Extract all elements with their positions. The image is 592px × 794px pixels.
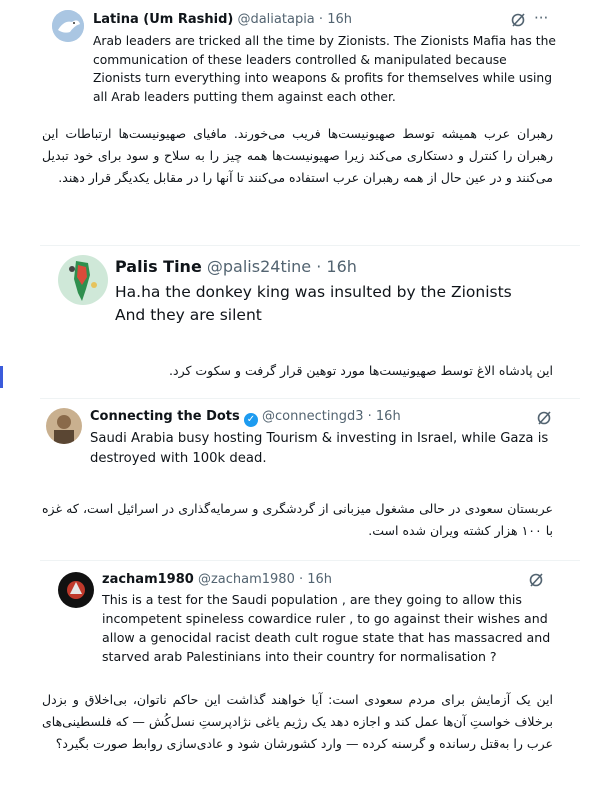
avatar[interactable] (58, 572, 94, 608)
timestamp[interactable]: 16h (326, 257, 357, 276)
avatar[interactable] (52, 10, 84, 42)
more-icon[interactable]: ··· (534, 9, 548, 27)
translation-text: رهبران عرب همیشه توسط صهیونیست‌ها فریب م… (42, 126, 553, 185)
avatar[interactable] (58, 255, 108, 305)
tweet-card[interactable]: Palis Tine @palis24tine · 16h Ha.ha the … (40, 245, 580, 335)
author-name[interactable]: zacham1980 (102, 572, 194, 587)
separator-dot: · (367, 409, 372, 424)
tweet-text: Arab leaders are tricked all the time by… (93, 34, 556, 104)
timestamp[interactable]: 16h (307, 572, 332, 587)
author-handle[interactable]: @zacham1980 (198, 572, 295, 587)
grok-icon[interactable] (510, 12, 526, 28)
author-handle[interactable]: @palis24tine (207, 257, 311, 276)
author-name[interactable]: Connecting the Dots (90, 409, 240, 424)
palestine-map-avatar-image (58, 255, 108, 305)
tweet-text: Saudi Arabia busy hosting Tourism & inve… (90, 431, 549, 466)
tweet-text: This is a test for the Saudi population … (102, 592, 551, 664)
timestamp[interactable]: 16h (376, 409, 401, 424)
grok-icon[interactable] (528, 572, 544, 588)
tweet-card[interactable]: Latina (Um Rashid) @daliatapia · 16h ···… (40, 0, 580, 110)
accent-marker (0, 366, 3, 388)
separator-dot: · (298, 572, 304, 587)
author-handle[interactable]: @daliatapia (237, 12, 314, 27)
verified-badge-icon: ✓ (243, 413, 258, 427)
profile-avatar-image (46, 408, 82, 444)
author-handle[interactable]: @connectingd3 (262, 409, 363, 424)
translation-text: عربستان سعودی در حالی مشغول میزبانی از گ… (42, 501, 553, 538)
separator-dot: · (316, 257, 322, 276)
translation-text: این یک آزمایش برای مردم سعودی است: آیا خ… (42, 692, 553, 751)
avatar[interactable] (46, 408, 82, 444)
timestamp[interactable]: 16h (327, 12, 352, 27)
grok-icon[interactable] (536, 410, 552, 426)
divider (40, 398, 580, 399)
divider (40, 245, 580, 246)
author-name[interactable]: Latina (Um Rashid) (93, 12, 233, 27)
tweet-text: Ha.ha the donkey king was insulted by th… (115, 283, 512, 324)
tweet-card[interactable]: zacham1980 @zacham1980 · 16h This is a t… (40, 560, 580, 670)
divider (40, 560, 580, 561)
separator-dot: · (318, 12, 324, 27)
tweet-card[interactable]: Connecting the Dots ✓ @connectingd3 · 16… (40, 398, 580, 478)
profile-avatar-image (58, 572, 94, 608)
author-name[interactable]: Palis Tine (115, 257, 202, 276)
translation-text: این پادشاه الاغ توسط صهیونیست‌ها مورد تو… (169, 363, 553, 378)
dove-avatar-image (52, 10, 84, 42)
